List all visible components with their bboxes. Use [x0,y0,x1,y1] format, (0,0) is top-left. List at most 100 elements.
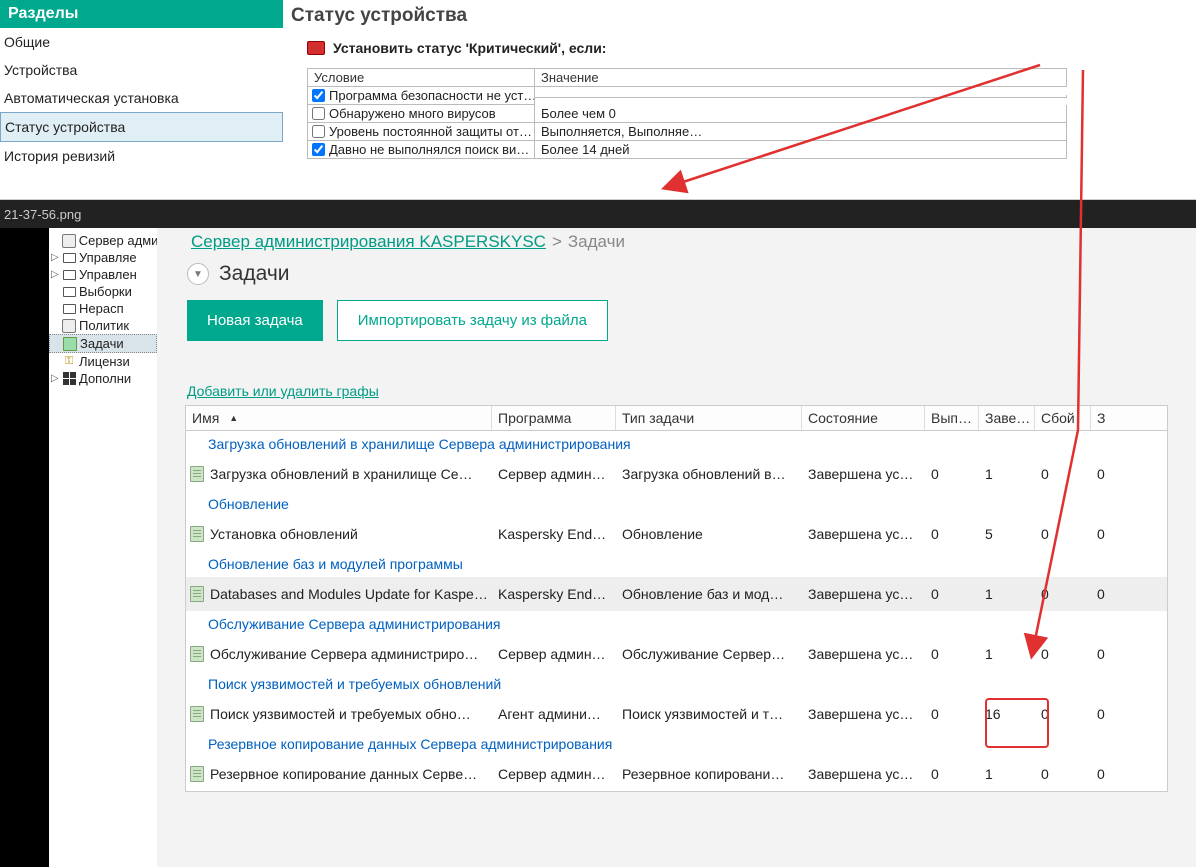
task-row[interactable]: Установка обновленийKaspersky End…Обновл… [186,517,1167,551]
task-row[interactable]: Загрузка обновлений в хранилище Се… Серве… [186,457,1167,491]
condition-value: Выполняется, Выполняе… [535,123,1067,141]
task-completed: 1 [979,762,1035,786]
col-failed[interactable]: Сбой [1035,406,1091,430]
task-table: Имя▲ Программа Тип задачи Состояние Вып…… [185,405,1168,792]
task-state: Завершена ус… [802,762,925,786]
task-state: Завершена ус… [802,582,925,606]
col-z[interactable]: З [1091,406,1125,430]
tree-item[interactable]: ▷Управлен [49,266,157,283]
task-group-header[interactable]: Обслуживание Сервера администрирования [186,611,1167,637]
task-group-header[interactable]: Обновление [186,491,1167,517]
tree-expand-icon[interactable]: ▷ [51,269,59,280]
task-type: Обновление баз и мод… [616,582,802,606]
tree-expand-icon[interactable]: ▷ [51,373,59,384]
tree-item[interactable]: ▷⚿Лицензи [49,353,157,370]
condition-label: Обнаружено много вирусов [329,106,496,121]
import-task-button[interactable]: Импортировать задачу из файла [337,300,608,341]
breadcrumb: Сервер администрирования KASPERSKYSC>Зад… [157,228,1196,256]
col-name[interactable]: Имя▲ [186,406,492,430]
condition-row[interactable]: Давно не выполнялся поиск ви…Более 14 дн… [307,141,1067,159]
task-row[interactable]: Поиск уязвимостей и требуемых обно…Агент… [186,697,1167,731]
section-item[interactable]: Статус устройства [0,112,283,142]
task-running: 0 [925,582,979,606]
condition-label: Уровень постоянной защиты от… [329,124,532,139]
condition-row[interactable]: Обнаружено много вирусов Более чем 0 [307,105,1067,123]
col-state[interactable]: Состояние [802,406,925,430]
task-row[interactable]: Резервное копирование данных Серве…Серве… [186,757,1167,791]
tree-item-label: Задачи [80,336,124,351]
tree-item[interactable]: ▷Управляе [49,249,157,266]
task-completed: 5 [979,522,1035,546]
task-group-header[interactable]: Поиск уязвимостей и требуемых обновлений [186,671,1167,697]
task-running: 0 [925,642,979,666]
task-row[interactable]: Databases and Modules Update for Kaspe…K… [186,577,1167,611]
col-type[interactable]: Тип задачи [616,406,802,430]
edit-columns-link[interactable]: Добавить или удалить графы [157,351,1196,405]
collapse-toggle-icon[interactable]: ▼ [187,263,209,285]
breadcrumb-server-link[interactable]: Сервер администрирования KASPERSKYSC [191,232,546,251]
task-failed: 0 [1035,522,1091,546]
tree-item-label: Нерасп [79,301,124,316]
tree-item[interactable]: ▷Нерасп [49,300,157,317]
col-running[interactable]: Вып… [925,406,979,430]
col-program[interactable]: Программа [492,406,616,430]
condition-label: Давно не выполнялся поиск ви… [329,142,529,157]
col-completed[interactable]: Заве… [979,406,1035,430]
tree-item-label: Дополни [79,371,131,386]
sort-asc-icon: ▲ [229,413,238,423]
condition-row[interactable]: Программа безопасности не уст… [307,87,1067,105]
task-z: 0 [1091,702,1125,726]
task-state: Завершена ус… [802,642,925,666]
tree-item[interactable]: ▷Политик [49,317,157,334]
monitor-icon [62,285,76,299]
task-completed: 1 [979,642,1035,666]
new-task-button[interactable]: Новая задача [187,300,323,341]
clip-icon [63,337,77,351]
tree-item[interactable]: ▷Задачи [49,334,157,353]
status-panel: Статус устройства Установить статус 'Кри… [283,0,1196,199]
condition-checkbox[interactable] [312,89,325,102]
task-row[interactable]: Обслуживание Сервера администриро…Сервер… [186,637,1167,671]
section-item[interactable]: Общие [0,28,283,56]
task-program: Сервер админ… [492,462,616,486]
section-item[interactable]: История ревизий [0,142,283,170]
task-group-header[interactable]: Обновление баз и модулей программы [186,551,1167,577]
task-item-icon [190,586,204,602]
task-group-header[interactable]: Загрузка обновлений в хранилище Сервера … [186,431,1167,457]
tree-item[interactable]: ▷Выборки [49,283,157,300]
task-name: Загрузка обновлений в хранилище Се… [210,466,473,482]
condition-checkbox[interactable] [312,107,325,120]
condition-row[interactable]: Уровень постоянной защиты от…Выполняется… [307,123,1067,141]
section-item[interactable]: Устройства [0,56,283,84]
cond-col-condition[interactable]: Условие [307,69,535,87]
task-running: 0 [925,762,979,786]
task-item-icon [190,526,204,542]
task-z: 0 [1091,762,1125,786]
condition-checkbox[interactable] [312,143,325,156]
task-z: 0 [1091,462,1125,486]
condition-checkbox[interactable] [312,125,325,138]
cond-col-value[interactable]: Значение [535,69,1067,87]
breadcrumb-current: Задачи [568,232,625,251]
task-completed: 16 [979,702,1035,726]
tree-expand-icon[interactable]: ▷ [51,252,59,263]
task-program: Kaspersky End… [492,582,616,606]
task-completed: 1 [979,462,1035,486]
task-program: Сервер админ… [492,642,616,666]
task-name: Установка обновлений [210,526,358,542]
task-group-header[interactable]: Резервное копирование данных Сервера адм… [186,731,1167,757]
task-state: Завершена ус… [802,522,925,546]
tree-item[interactable]: ▷ Дополни [49,370,157,387]
top-section: Разделы ОбщиеУстройстваАвтоматическая ус… [0,0,1196,200]
critical-header: Установить статус 'Критический', если: [333,40,606,56]
tree-item-label: Политик [79,318,129,333]
sections-panel: Разделы ОбщиеУстройстваАвтоматическая ус… [0,0,283,199]
task-failed: 0 [1035,702,1091,726]
task-z: 0 [1091,522,1125,546]
task-z: 0 [1091,582,1125,606]
condition-value: Более чем 0 [535,105,1067,123]
section-item[interactable]: Автоматическая установка [0,84,283,112]
condition-label: Программа безопасности не уст… [329,88,535,103]
tree-item[interactable]: ▷Сервер адми [49,232,157,249]
task-item-icon [190,766,204,782]
